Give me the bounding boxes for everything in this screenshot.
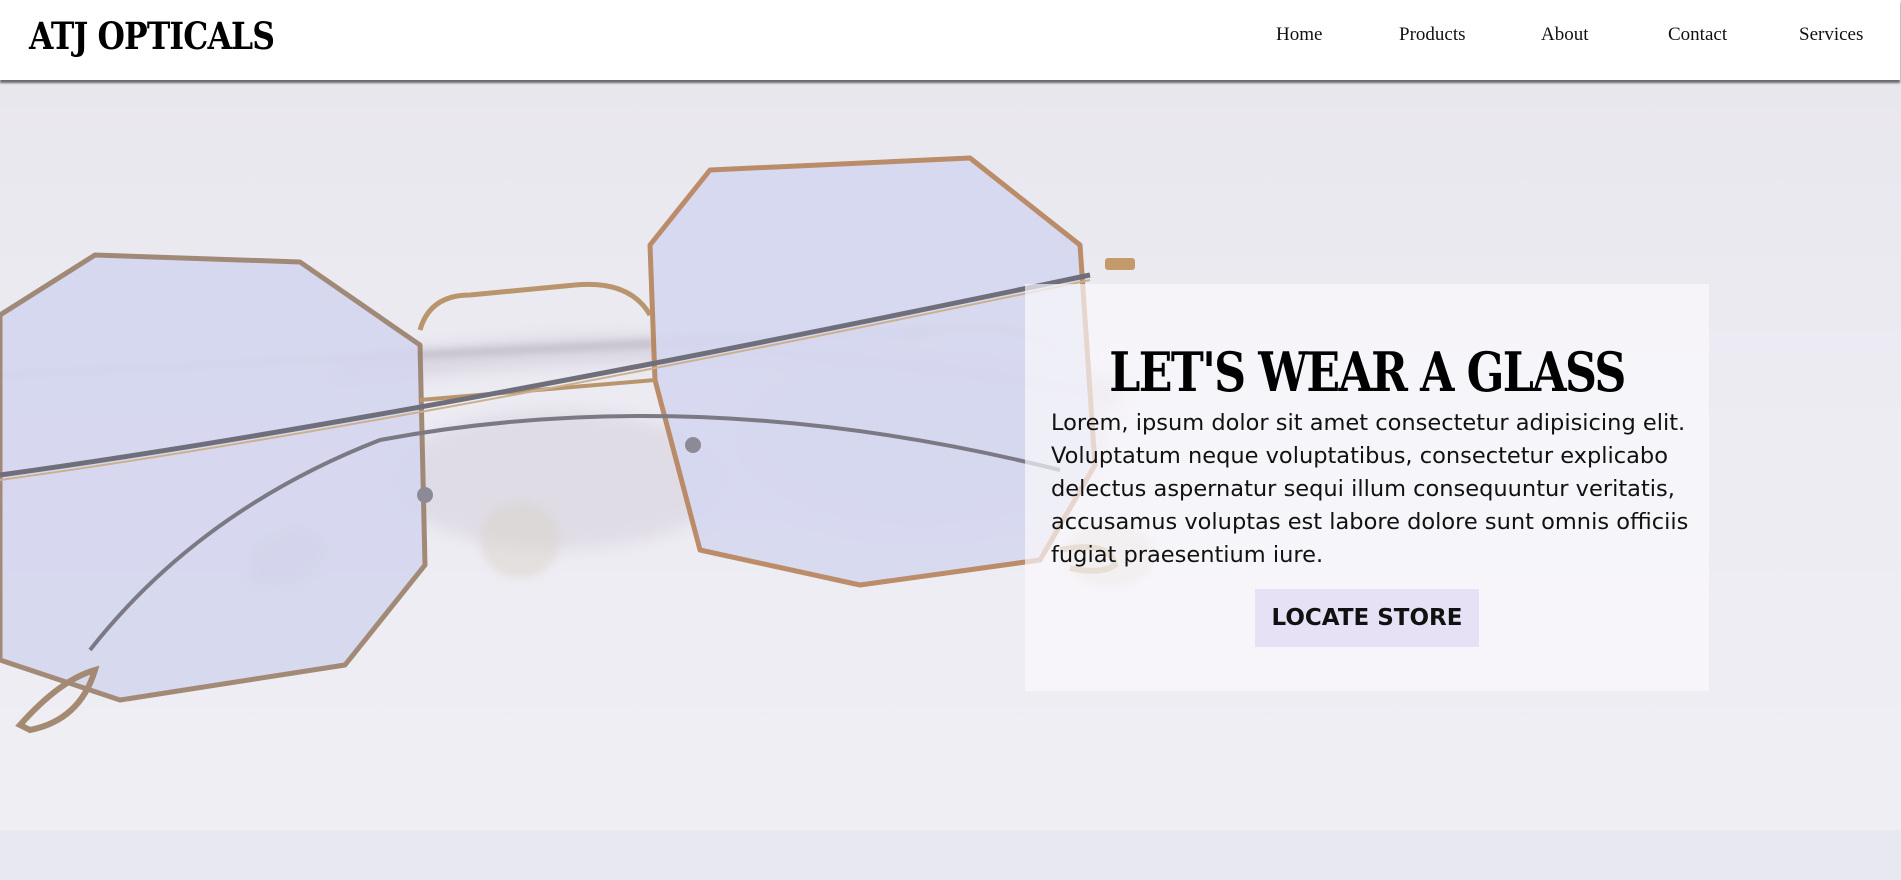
hero-card: LET'S WEAR A GLASS Lorem, ipsum dolor si… xyxy=(1025,284,1709,691)
main-nav: Home Products About Contact Services xyxy=(0,24,1900,54)
nav-services[interactable]: Services xyxy=(1799,24,1863,46)
page-bottom-band xyxy=(0,830,1901,880)
hero-title: LET'S WEAR A GLASS xyxy=(1109,340,1626,405)
nav-contact[interactable]: Contact xyxy=(1668,24,1727,46)
nav-home[interactable]: Home xyxy=(1276,24,1322,46)
site-header: ATJ OPTICALS Home Products About Contact… xyxy=(0,0,1900,80)
hero-description: Lorem, ipsum dolor sit amet consectetur … xyxy=(1051,409,1689,568)
nav-about[interactable]: About xyxy=(1541,24,1589,46)
locate-store-button[interactable]: LOCATE STORE xyxy=(1255,589,1479,647)
nav-products[interactable]: Products xyxy=(1399,24,1466,46)
page: ATJ OPTICALS Home Products About Contact… xyxy=(0,0,1901,880)
